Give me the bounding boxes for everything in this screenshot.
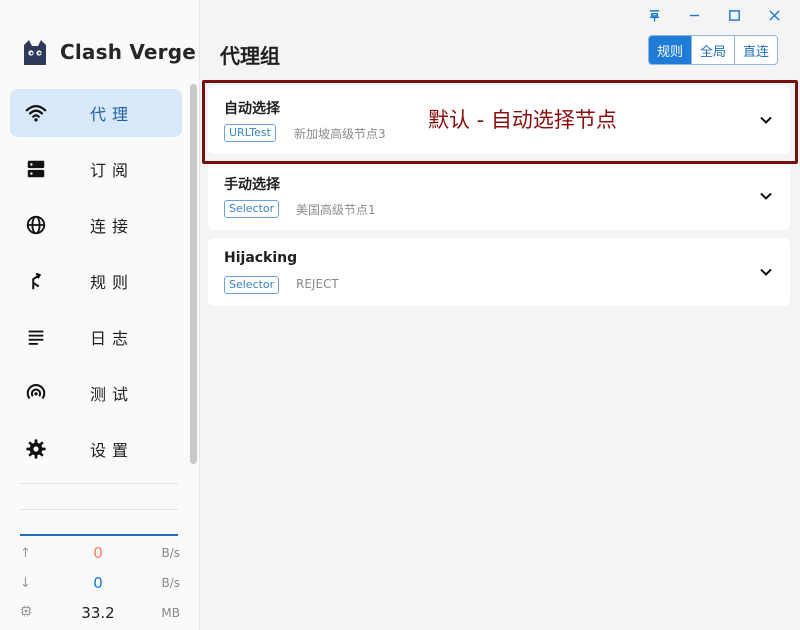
server-icon	[24, 157, 48, 181]
sidebar: Clash Verge 代理 订阅 连接 规则 日志 测试 设置 ↑ 0 B/s…	[0, 0, 200, 630]
sidebar-scrollbar[interactable]	[190, 84, 197, 464]
arrow-up-icon: ↑	[20, 545, 31, 561]
memory-usage: 33.2 MB	[20, 602, 180, 624]
sidebar-item-logs[interactable]: 日志	[10, 313, 182, 361]
group-name: 手动选择	[224, 177, 280, 193]
sidebar-item-label: 设置	[90, 441, 135, 460]
sidebar-divider	[20, 509, 178, 510]
mode-rule-button[interactable]: 规则	[648, 36, 692, 64]
sidebar-divider	[20, 483, 178, 484]
mode-global-button[interactable]: 全局	[691, 36, 735, 64]
sidebar-item-proxies[interactable]: 代理	[10, 89, 182, 137]
minimize-icon	[689, 14, 699, 16]
maximize-button[interactable]	[714, 4, 754, 26]
app-logo: Clash Verge	[20, 36, 196, 68]
page-title: 代理组	[220, 44, 280, 68]
sidebar-item-rules[interactable]: 规则	[10, 257, 182, 305]
upload-value: 0	[93, 544, 103, 562]
app-name: Clash Verge	[60, 40, 197, 64]
sidebar-item-label: 代理	[90, 105, 135, 124]
pin-icon	[649, 9, 659, 22]
proxy-group-card[interactable]: 手动选择 Selector 美国高级节点1	[208, 162, 790, 230]
arrow-down-icon: ↓	[20, 575, 31, 591]
group-name: Hijacking	[224, 250, 298, 266]
group-type-badge: Selector	[224, 200, 280, 218]
sidebar-nav: 代理 订阅 连接 规则 日志 测试 设置	[10, 89, 182, 481]
memory-chip-icon	[20, 605, 36, 621]
sidebar-item-profiles[interactable]: 订阅	[10, 145, 182, 193]
download-unit: B/s	[161, 576, 180, 590]
cat-logo-icon	[24, 40, 46, 65]
traffic-graph-line	[20, 534, 178, 536]
download-value: 0	[93, 574, 103, 592]
lines-icon	[24, 325, 48, 349]
proxy-mode-toggle: 规则 全局 直连	[647, 35, 778, 65]
chevron-down-icon[interactable]	[758, 188, 774, 204]
chevron-down-icon[interactable]	[758, 264, 774, 280]
close-button[interactable]	[754, 4, 794, 26]
minimize-button[interactable]	[674, 4, 714, 26]
sidebar-item-test[interactable]: 测试	[10, 369, 182, 417]
fork-icon	[24, 269, 48, 293]
group-type-badge: Selector	[224, 276, 280, 294]
group-current-node: REJECT	[296, 277, 339, 291]
memory-value: 33.2	[81, 604, 115, 622]
sidebar-item-connections[interactable]: 连接	[10, 201, 182, 249]
globe-icon	[24, 213, 48, 237]
sidebar-item-label: 测试	[90, 385, 135, 404]
main-panel: 代理组 规则 全局 直连 自动选择 URLTest 新加坡高级节点3 手动选择 …	[200, 0, 800, 630]
memory-unit: MB	[161, 606, 180, 620]
window-controls	[634, 4, 794, 26]
proxy-group-card[interactable]: Hijacking Selector REJECT	[208, 238, 790, 306]
sidebar-item-label: 连接	[90, 217, 135, 236]
sidebar-item-settings[interactable]: 设置	[10, 425, 182, 473]
upload-speed: ↑ 0 B/s	[20, 542, 180, 564]
upload-unit: B/s	[161, 546, 180, 560]
group-current-node: 美国高级节点1	[296, 203, 376, 217]
mode-direct-button[interactable]: 直连	[734, 36, 777, 64]
pin-button[interactable]	[634, 4, 674, 26]
signal-icon	[24, 381, 48, 405]
sidebar-item-label: 日志	[90, 329, 135, 348]
close-icon	[768, 9, 780, 21]
download-speed: ↓ 0 B/s	[20, 572, 180, 594]
sidebar-item-label: 订阅	[90, 161, 135, 180]
maximize-icon	[728, 9, 740, 21]
gear-icon	[24, 437, 48, 461]
sidebar-item-label: 规则	[90, 273, 135, 292]
wifi-icon	[24, 101, 48, 125]
annotation-text: 默认 - 自动选择节点	[428, 108, 617, 132]
